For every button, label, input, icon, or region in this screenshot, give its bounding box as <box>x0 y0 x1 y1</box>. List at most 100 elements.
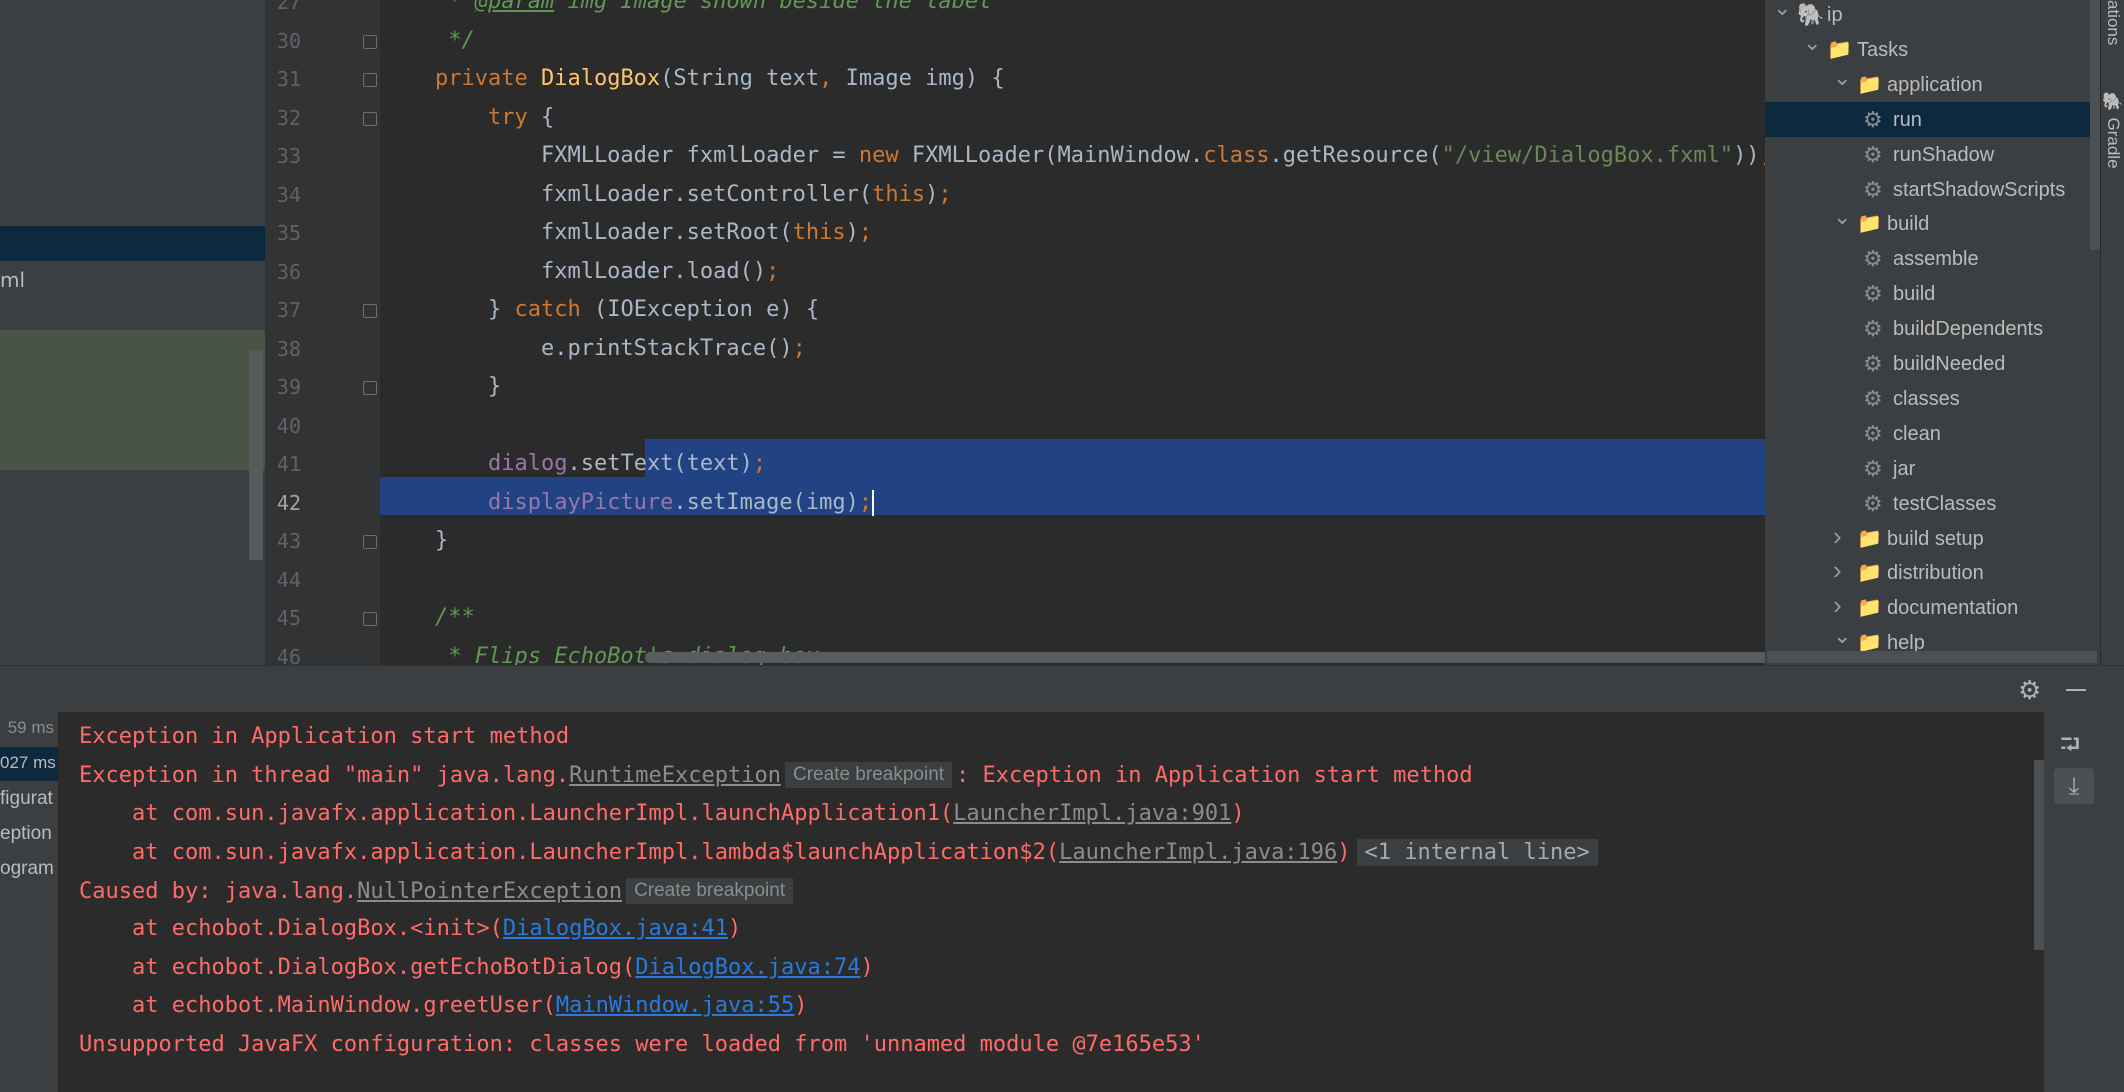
gradle-vertical-scrollbar[interactable] <box>2090 0 2100 250</box>
project-selected-row[interactable] <box>0 226 265 261</box>
chevron-down-icon[interactable]: ⌄ <box>1833 623 1851 649</box>
console-scrollbar[interactable] <box>2034 760 2044 950</box>
gradle-node-build-setup[interactable]: › 📁 build setup <box>1765 521 2100 556</box>
console-line: Exception in Application start method <box>79 724 570 749</box>
code-text: fxmlLoader.setRoot(this); <box>435 220 873 245</box>
run-tree-item[interactable]: ogram <box>0 852 58 886</box>
create-breakpoint-button[interactable]: Create breakpoint <box>626 878 794 904</box>
gradle-node-ip[interactable]: ⌄ 🐘 ip <box>1765 0 2100 32</box>
project-file-label[interactable]: ml <box>0 268 25 292</box>
code-line[interactable]: 39 } <box>265 369 1765 408</box>
gradle-node-label: testClasses <box>1893 492 1997 515</box>
code-line[interactable]: 34 fxmlLoader.setController(this); <box>265 177 1765 216</box>
fold-marker-icon[interactable] <box>363 535 377 549</box>
code-line[interactable]: 31 private DialogBox(String text, Image i… <box>265 61 1765 100</box>
chevron-right-icon[interactable]: › <box>1833 590 1842 621</box>
code-line[interactable]: 42 displayPicture.setImage(img); <box>265 485 1765 524</box>
code-line[interactable]: 36 fxmlLoader.load(); <box>265 254 1765 293</box>
code-line[interactable]: 37 } catch (IOException e) { <box>265 292 1765 331</box>
gradle-node-assemble[interactable]: ⚙ assemble <box>1765 241 2100 276</box>
fold-marker-icon[interactable] <box>363 111 377 126</box>
chevron-down-icon[interactable]: ⌄ <box>1833 204 1851 230</box>
run-panel-header: ⚙ <box>0 665 2124 712</box>
gradle-node-builddependents[interactable]: ⚙ buildDependents <box>1765 311 2100 346</box>
chevron-right-icon[interactable]: › <box>1833 521 1842 552</box>
code-line[interactable]: 33 FXMLLoader fxmlLoader = new FXMLLoade… <box>265 138 1773 177</box>
gear-icon: ⚙ <box>1863 281 1883 307</box>
code-line[interactable]: 43} <box>265 523 1765 562</box>
soft-wrap-icon[interactable]: ⮒ <box>2060 726 2080 770</box>
gear-icon: ⚙ <box>1863 490 1883 516</box>
fold-marker-icon[interactable] <box>363 34 377 49</box>
code-line[interactable]: 41 dialog.setText(text); <box>265 446 1765 485</box>
console-line: Unsupported JavaFX configuration: classe… <box>79 1032 1205 1057</box>
gradle-horizontal-scrollbar[interactable] <box>1767 651 2097 663</box>
code-line[interactable]: 40 <box>265 408 1765 447</box>
code-text: dialog.setText(text); <box>487 451 767 476</box>
fold-marker-icon[interactable] <box>363 381 377 395</box>
gradle-node-label: clean <box>1893 422 1941 445</box>
gradle-node-classes[interactable]: ⚙ classes <box>1765 381 2100 416</box>
stack-link[interactable]: MainWindow.java:55 <box>556 993 794 1018</box>
run-tree-item[interactable]: 59 ms <box>0 712 58 746</box>
chevron-down-icon[interactable]: ⌄ <box>1773 0 1791 21</box>
internal-lines-toggle[interactable]: <1 internal line> <box>1356 839 1598 866</box>
console-line: at echobot.DialogBox.getEchoBotDialog(Di… <box>79 955 874 980</box>
notifications-tab[interactable]: ations <box>2103 0 2123 45</box>
code-line[interactable]: 32 try { <box>265 100 1765 139</box>
stack-link[interactable]: LauncherImpl.java:196 <box>1059 840 1337 865</box>
gradle-node-jar[interactable]: ⚙ jar <box>1765 451 2100 486</box>
create-breakpoint-button[interactable]: Create breakpoint <box>785 762 953 788</box>
code-text: fxmlLoader.load(); <box>435 258 780 284</box>
fold-marker-icon[interactable] <box>363 612 377 626</box>
line-number: 38 <box>276 336 301 361</box>
code-line[interactable]: 35 fxmlLoader.setRoot(this); <box>265 215 1765 254</box>
gradle-node-runshadow[interactable]: ⚙ runShadow <box>1765 137 2100 172</box>
exception-link[interactable]: NullPointerException <box>357 879 622 904</box>
gradle-node-application[interactable]: ⌄ 📁 application <box>1765 65 2100 102</box>
gradle-node-label: startShadowScripts <box>1893 178 2066 201</box>
run-tree-item[interactable]: figurat <box>0 782 58 816</box>
gradle-tab[interactable]: 🐘 Gradle <box>2103 92 2123 169</box>
editor-horizontal-scrollbar[interactable] <box>645 652 1850 663</box>
chevron-right-icon[interactable]: › <box>1833 555 1842 586</box>
code-line[interactable]: 45 /** <box>265 600 1765 639</box>
fold-marker-icon[interactable] <box>363 304 377 318</box>
code-text: } <box>435 374 502 399</box>
gradle-node-clean[interactable]: ⚙ clean <box>1765 416 2100 451</box>
gradle-node-documentation[interactable]: › 📁 documentation <box>1765 590 2100 625</box>
gradle-node-label: distribution <box>1887 562 1984 585</box>
gradle-node-testclasses[interactable]: ⚙ testClasses <box>1765 486 2100 521</box>
scroll-to-end-icon[interactable]: ⤓ <box>2054 768 2094 804</box>
stack-link[interactable]: DialogBox.java:41 <box>503 916 728 941</box>
code-editor[interactable]: 27 * @param img Image shown beside the l… <box>265 0 2027 669</box>
code-line[interactable]: 27 * @param img Image shown beside the l… <box>265 0 1765 23</box>
code-text: * @param img Image shown beside the labe… <box>435 0 992 14</box>
project-scrollbar[interactable] <box>249 350 263 560</box>
run-tree-item[interactable]: 027 ms <box>0 747 58 781</box>
gradle-node-label: run <box>1893 108 1922 131</box>
gradle-node-build[interactable]: ⌄ 📁 build <box>1765 204 2100 241</box>
gradle-node-startshadowscripts[interactable]: ⚙ startShadowScripts <box>1765 172 2100 207</box>
code-text: } catch (IOException e) { <box>435 297 820 322</box>
gradle-node-tasks[interactable]: ⌄ 📁 Tasks <box>1765 30 2100 67</box>
fold-marker-icon[interactable] <box>363 73 377 87</box>
chevron-down-icon[interactable]: ⌄ <box>1833 65 1851 91</box>
gradle-node-run[interactable]: ⚙ run <box>1765 101 2100 137</box>
code-line[interactable]: 38 e.printStackTrace(); <box>265 331 1765 370</box>
minimize-icon[interactable] <box>2066 689 2086 691</box>
code-line[interactable]: 30 */ <box>265 23 1765 62</box>
gradle-node-build[interactable]: ⚙ build <box>1765 276 2100 311</box>
gradle-node-label: ip <box>1827 4 1843 26</box>
gradle-node-buildneeded[interactable]: ⚙ buildNeeded <box>1765 346 2100 381</box>
console-output[interactable]: Exception in Application start method Ex… <box>58 712 2043 1092</box>
gradle-node-distribution[interactable]: › 📁 distribution <box>1765 555 2100 590</box>
run-tree-item[interactable]: eption <box>0 817 58 851</box>
code-line[interactable]: 44 <box>265 562 1765 601</box>
stack-link[interactable]: LauncherImpl.java:901 <box>953 801 1231 826</box>
exception-link[interactable]: RuntimeException <box>569 763 781 788</box>
stack-link[interactable]: DialogBox.java:74 <box>635 955 860 980</box>
console-line: Exception in thread "main" java.lang.Run… <box>79 762 1473 788</box>
chevron-down-icon[interactable]: ⌄ <box>1803 30 1821 56</box>
gear-icon[interactable]: ⚙ <box>2018 676 2041 706</box>
